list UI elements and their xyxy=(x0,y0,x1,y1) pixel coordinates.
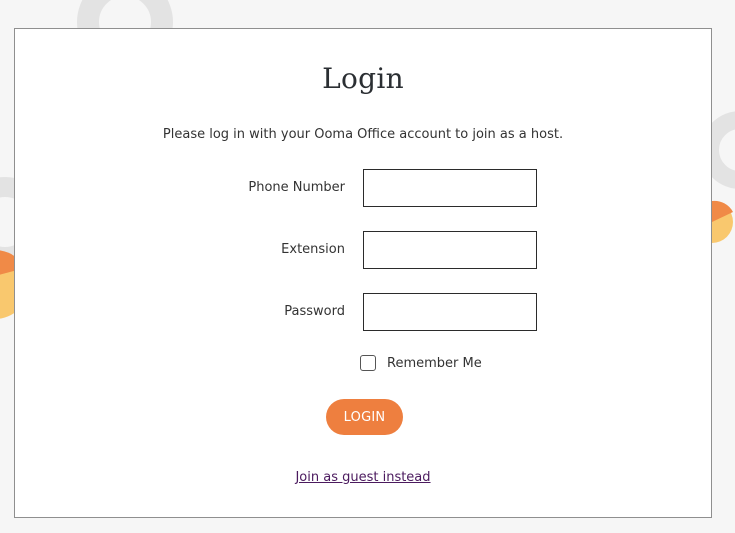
login-instructions: Please log in with your Ooma Office acco… xyxy=(162,127,564,142)
extension-label: Extension xyxy=(281,242,345,257)
extension-row: Extension xyxy=(15,231,711,269)
password-label: Password xyxy=(284,304,345,319)
deco-ring-right xyxy=(701,111,735,189)
login-button[interactable]: LOGIN xyxy=(326,399,403,435)
page-title: Login xyxy=(322,62,404,95)
password-row: Password xyxy=(15,293,711,331)
extension-input[interactable] xyxy=(363,231,537,269)
join-as-guest-link[interactable]: Join as guest instead xyxy=(295,470,430,485)
phone-number-label: Phone Number xyxy=(248,180,345,195)
password-input[interactable] xyxy=(363,293,537,331)
remember-me-checkbox[interactable] xyxy=(360,355,376,371)
guest-link-container: Join as guest instead xyxy=(15,470,711,485)
remember-me-label[interactable]: Remember Me xyxy=(387,356,482,371)
phone-number-input[interactable] xyxy=(363,169,537,207)
login-card: Login Please log in with your Ooma Offic… xyxy=(14,28,712,518)
phone-number-row: Phone Number xyxy=(15,169,711,207)
